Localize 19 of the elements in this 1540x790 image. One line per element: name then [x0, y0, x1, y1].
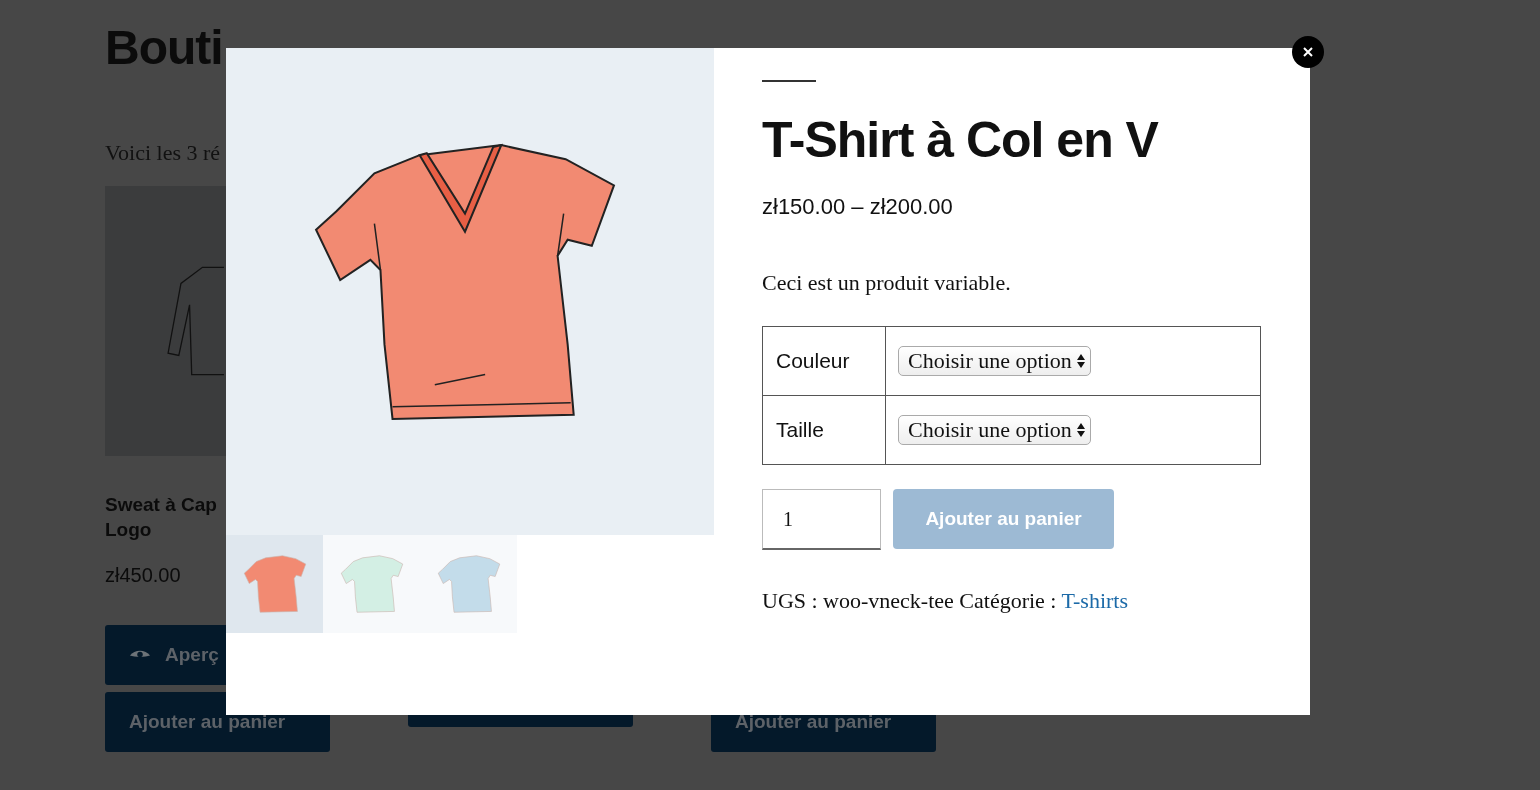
thumbnail[interactable]: [420, 535, 517, 633]
page-heading: Bouti: [105, 20, 223, 76]
attribute-label: Taille: [762, 395, 886, 465]
attribute-label: Couleur: [762, 326, 886, 396]
updown-icon: [1075, 422, 1086, 438]
thumbnail[interactable]: [323, 535, 420, 633]
option-select[interactable]: Choisir une option: [898, 415, 1091, 445]
product-meta: UGS : woo-vneck-tee Catégorie : T-shirts: [762, 588, 1129, 614]
close-button[interactable]: [1292, 36, 1324, 68]
updown-icon: [1075, 353, 1086, 369]
price-range: zł150.00 – zł200.00: [762, 194, 954, 220]
product-title: T-Shirt à Col en V: [762, 111, 1160, 170]
product-description: Ceci est un produit variable.: [762, 270, 1012, 296]
option-select[interactable]: Choisir une option: [898, 346, 1091, 376]
close-icon: [1302, 46, 1314, 58]
product-price: zł450.00: [105, 564, 182, 587]
category-link[interactable]: T-shirts: [1061, 588, 1128, 613]
thumbnail[interactable]: [226, 535, 323, 633]
quantity-field[interactable]: 1: [762, 489, 881, 550]
